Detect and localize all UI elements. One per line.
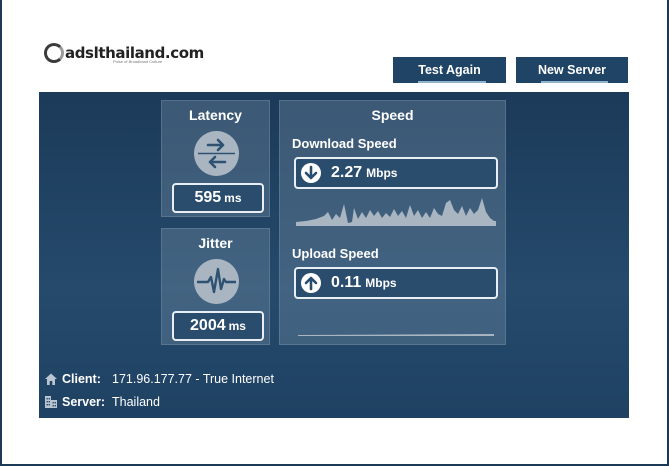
speed-title: Speed xyxy=(371,107,414,123)
jitter-unit: ms xyxy=(228,319,246,333)
download-value: 2.27 xyxy=(331,164,363,181)
results-panel: Latency 595 ms Jitter 2004 ms Speed Downlo… xyxy=(39,92,629,418)
server-row: Server: Thailand xyxy=(44,394,160,410)
client-label: Client: xyxy=(62,372,101,386)
site-logo[interactable]: adslthailand.com Pulse of Broadband Cult… xyxy=(44,42,204,64)
jitter-title: Jitter xyxy=(198,235,233,251)
jitter-value-box: 2004 ms xyxy=(172,311,264,341)
download-label: Download Speed xyxy=(292,136,397,151)
latency-title: Latency xyxy=(189,107,242,123)
logo-tagline: Pulse of Broadband Culture xyxy=(113,59,163,64)
download-arrow-icon xyxy=(301,163,321,183)
jitter-value: 2004 xyxy=(190,317,226,334)
jitter-pulse-icon xyxy=(194,259,239,304)
latency-value: 595 xyxy=(194,189,222,206)
test-again-button[interactable]: Test Again xyxy=(393,57,506,83)
upload-unit: Mbps xyxy=(365,276,397,290)
new-server-button[interactable]: New Server xyxy=(516,57,628,83)
client-row: Client: 171.96.177.77 - True Internet xyxy=(44,371,274,387)
download-unit: Mbps xyxy=(366,166,398,180)
building-icon xyxy=(45,396,57,408)
upload-value: 0.11 xyxy=(331,274,362,291)
download-graph xyxy=(296,198,496,226)
latency-unit: ms xyxy=(224,191,242,205)
upload-arrow-icon xyxy=(301,273,321,293)
upload-graph xyxy=(298,334,494,336)
server-label: Server: xyxy=(62,395,106,409)
download-value-box: 2.27 Mbps xyxy=(294,157,498,189)
client-value: 171.96.177.77 - True Internet xyxy=(112,372,274,386)
logo-icon xyxy=(44,43,64,63)
latency-card: Latency 595 ms xyxy=(161,100,270,217)
latency-arrows-icon xyxy=(194,131,239,176)
home-icon xyxy=(45,373,57,385)
upload-label: Upload Speed xyxy=(292,246,379,261)
upload-value-box: 0.11 Mbps xyxy=(294,267,498,299)
latency-value-box: 595 ms xyxy=(172,183,264,213)
server-value: Thailand xyxy=(112,395,160,409)
speed-card: Speed Download Speed 2.27 Mbps Upload Sp… xyxy=(279,100,506,345)
jitter-card: Jitter 2004 ms xyxy=(161,228,270,345)
